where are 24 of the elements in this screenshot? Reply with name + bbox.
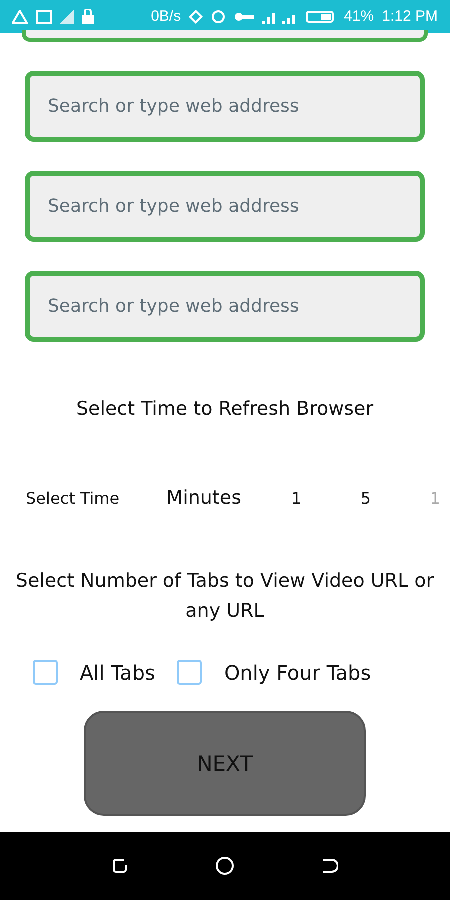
checkbox[interactable] [177,660,202,685]
signal-icon [60,10,74,24]
url-field[interactable]: Search or type web address [25,271,425,342]
text-field[interactable] [22,30,428,42]
screen-icon [36,10,52,24]
section-title: Select Number of Tabs to View Video URL or any URL [15,569,435,624]
checkbox-label: Only Four Tabs [224,660,372,684]
time-label: Select Time [26,488,121,508]
warning-icon [12,10,28,24]
home-icon[interactable] [214,856,235,876]
section-title: Select Time to Refresh Browser [76,398,374,420]
lock-icon [82,9,94,24]
battery-icon [306,10,336,24]
checkbox[interactable] [33,660,58,685]
battery-percent: 41% [344,8,374,25]
clock: 1:12 PM [382,8,438,25]
checkbox-label: All Tabs [80,660,156,684]
unit-label: Minutes [166,487,242,509]
key-icon [234,12,254,22]
time-option[interactable]: 5 [360,488,430,508]
network-speed: 0B/s [151,8,182,25]
url-field[interactable]: Search or type web address [25,71,425,142]
time-option[interactable]: 1 [292,488,361,508]
url-field[interactable]: Search or type web address [25,171,425,242]
